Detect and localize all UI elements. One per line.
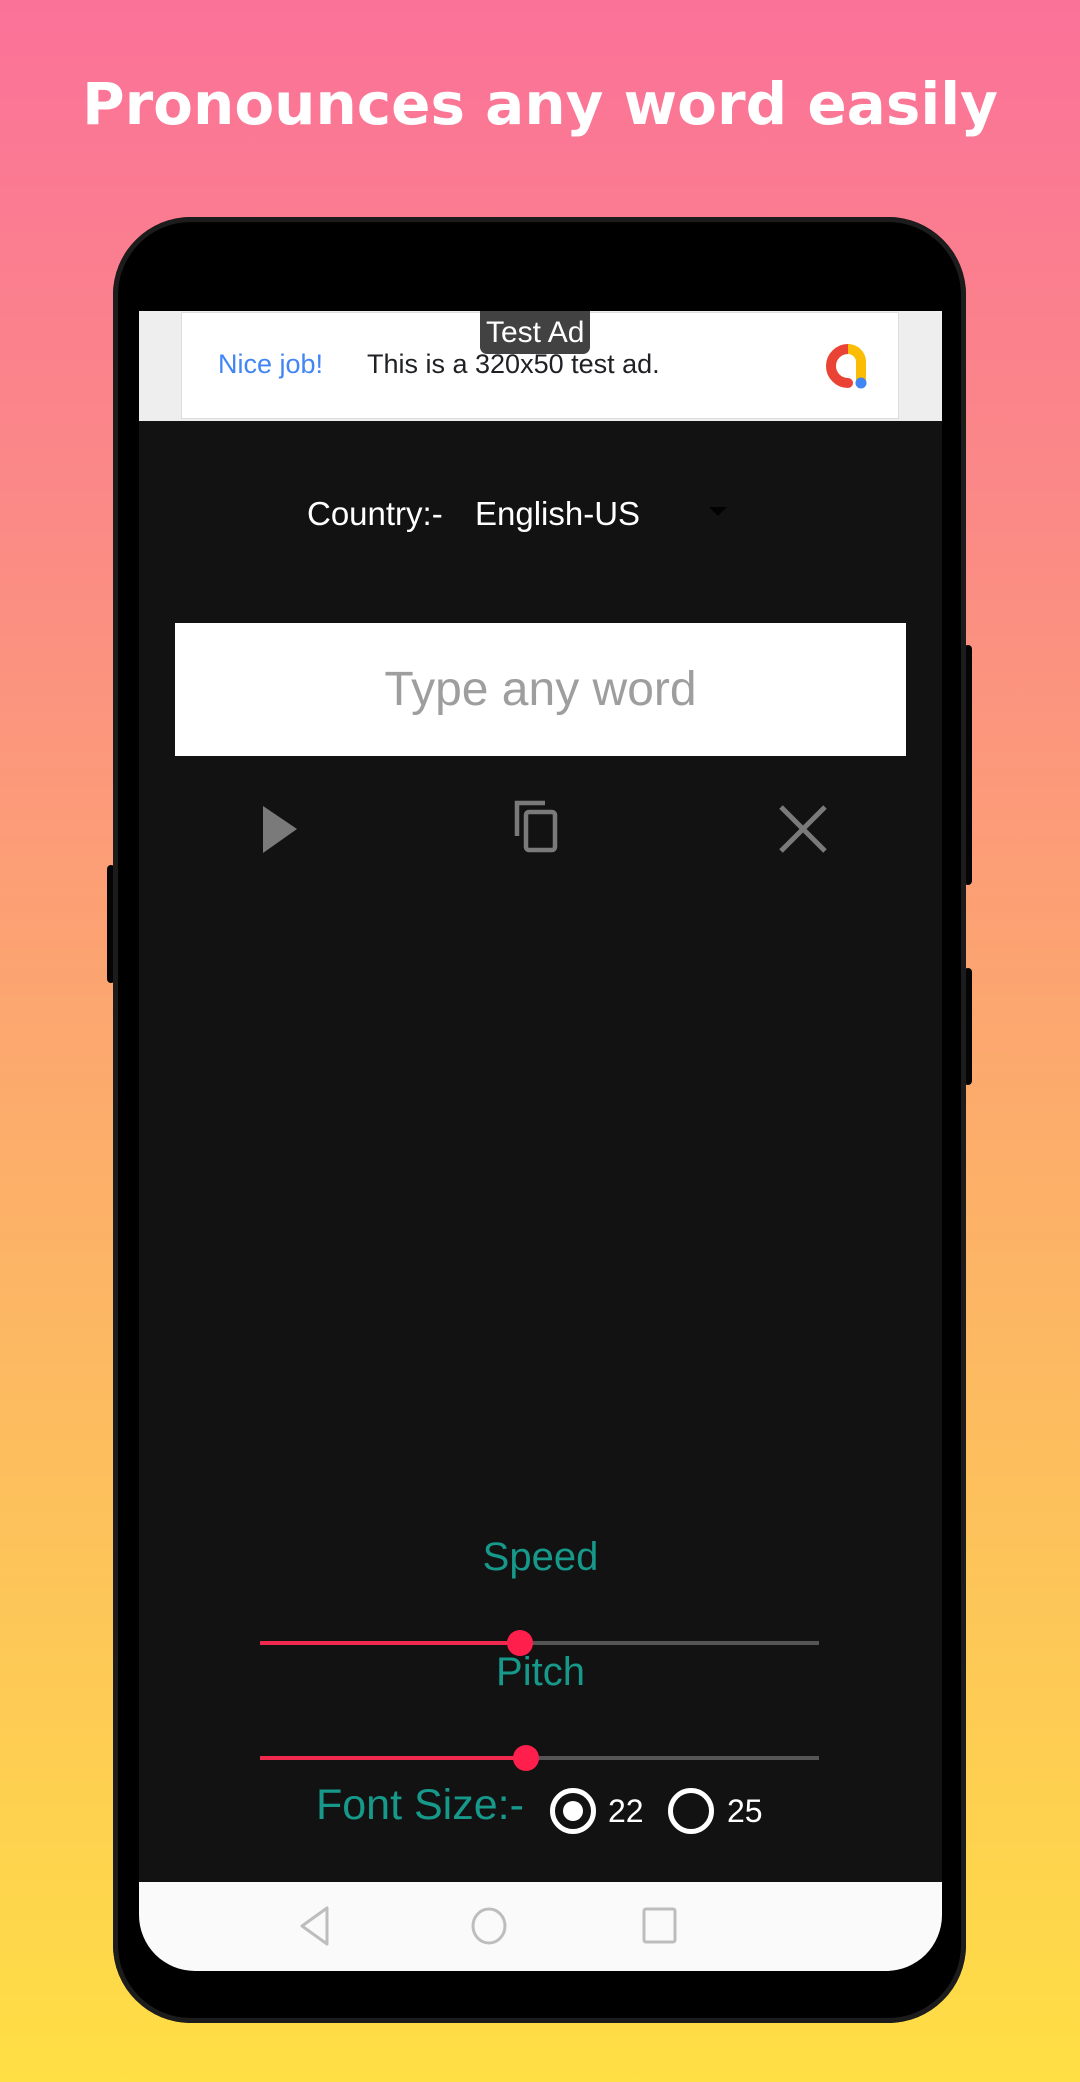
pitch-slider-fill xyxy=(260,1756,526,1760)
home-icon xyxy=(471,1907,507,1945)
dropdown-arrow-icon xyxy=(709,507,727,516)
phone-screen: Nice job! This is a 320x50 test ad. Test… xyxy=(139,247,942,1971)
word-input[interactable] xyxy=(175,623,906,756)
speed-label: Speed xyxy=(482,1535,599,1579)
country-dropdown[interactable]: English-US xyxy=(475,487,735,539)
pitch-slider-thumb[interactable] xyxy=(512,1745,539,1771)
back-icon xyxy=(300,1906,329,1946)
pitch-label: Pitch xyxy=(496,1650,585,1694)
font-size-option-22[interactable]: 22 xyxy=(608,1793,644,1830)
nav-home-button[interactable] xyxy=(465,1902,513,1950)
font-size-label: Font Size:- xyxy=(316,1781,524,1829)
country-label: Country:- xyxy=(307,495,443,532)
copy-button[interactable] xyxy=(507,797,571,861)
play-button[interactable] xyxy=(249,797,313,861)
copy-icon xyxy=(514,800,558,853)
ad-banner[interactable]: Nice job! This is a 320x50 test ad. Test… xyxy=(139,311,942,421)
font-size-radio-22[interactable] xyxy=(550,1788,596,1834)
navigation-bar xyxy=(139,1882,942,1971)
pitch-slider[interactable] xyxy=(260,1743,819,1773)
test-ad-badge: Test Ad xyxy=(480,311,591,354)
promo-headline: Pronounces any word easily xyxy=(82,70,998,138)
close-icon xyxy=(779,805,827,853)
app-content: Country:- English-US Speed xyxy=(139,421,942,1882)
recents-icon xyxy=(642,1907,677,1944)
admob-logo-icon xyxy=(826,344,867,389)
nav-recents-button[interactable] xyxy=(636,1902,684,1950)
ad-headline: Nice job! xyxy=(218,349,324,379)
play-icon xyxy=(263,806,297,853)
font-size-radio-25[interactable] xyxy=(668,1788,714,1834)
speed-slider-fill xyxy=(260,1641,520,1645)
country-selected-value: English-US xyxy=(475,495,641,532)
status-bar xyxy=(139,247,942,311)
nav-back-button[interactable] xyxy=(293,1902,341,1950)
font-size-option-25[interactable]: 25 xyxy=(727,1793,763,1830)
clear-button[interactable] xyxy=(771,797,835,861)
